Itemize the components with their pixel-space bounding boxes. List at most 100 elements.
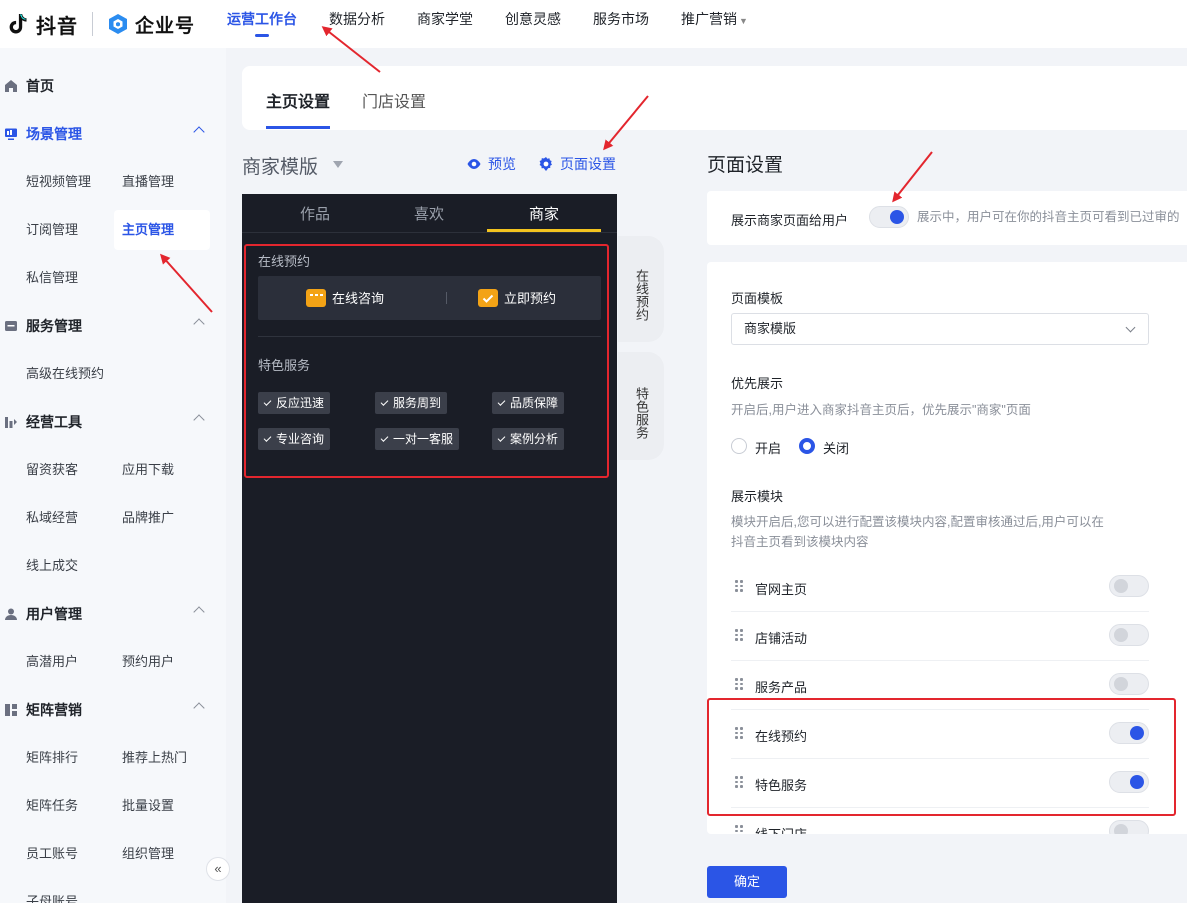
gear-icon <box>539 157 552 171</box>
priority-on-label[interactable]: 开启 <box>755 438 781 457</box>
priority-label: 优先展示 <box>731 376 784 391</box>
sidebar-group-tools[interactable]: 经营工具 <box>0 398 226 446</box>
sidebar-item-parent-child-accounts[interactable]: 子母账号 <box>26 882 78 903</box>
monitor-icon <box>5 128 17 140</box>
page-settings-button[interactable]: 页面设置 <box>538 154 616 174</box>
module-name: 官网主页 <box>755 582 808 597</box>
phone-tab-likes[interactable]: 喜欢 <box>414 203 444 224</box>
drag-handle-icon[interactable] <box>735 580 743 592</box>
page-settings-label: 页面设置 <box>560 156 616 172</box>
sidebar-item-messages[interactable]: 私信管理 <box>26 258 78 298</box>
sidebar-item-private-domain[interactable]: 私域经营 <box>26 498 78 538</box>
sidebar-home[interactable]: 首页 <box>0 62 226 110</box>
chart-icon <box>5 417 17 428</box>
sidebar-item-staff-accounts[interactable]: 员工账号 <box>26 834 78 874</box>
show-merchant-toggle[interactable] <box>869 206 909 228</box>
priority-off-radio[interactable] <box>799 438 815 454</box>
sidebar-item-homepage[interactable]: 主页管理 <box>114 210 210 250</box>
highlight-box-modules <box>707 698 1176 816</box>
template-select[interactable]: 商家模版 <box>731 313 1149 345</box>
nav-promotion-label: 推广营销 <box>681 11 738 27</box>
nav-operations[interactable]: 运营工作台 <box>227 0 297 48</box>
tab-homepage-settings[interactable]: 主页设置 <box>266 88 330 112</box>
enterprise-name: 企业号 <box>135 15 196 37</box>
sidebar-item-batch-settings[interactable]: 批量设置 <box>122 786 174 826</box>
sidebar-group-matrix[interactable]: 矩阵营销 <box>0 686 226 734</box>
template-select-value: 商家模版 <box>744 321 797 336</box>
sidebar-item-matrix-rank[interactable]: 矩阵排行 <box>26 738 78 778</box>
sidebar-item-online-deal[interactable]: 线上成交 <box>26 546 78 586</box>
show-merchant-label: 展示商家页面给用户 <box>731 213 849 228</box>
brand-divider <box>92 12 93 36</box>
douyin-logo-icon <box>9 14 27 34</box>
sidebar-item-lead-gen[interactable]: 留资获客 <box>26 450 78 490</box>
module-toggle[interactable] <box>1109 673 1149 695</box>
sidebar-item-app-download[interactable]: 应用下载 <box>122 450 174 490</box>
priority-off-label[interactable]: 关闭 <box>823 438 849 457</box>
sidebar-item-live[interactable]: 直播管理 <box>122 162 174 202</box>
chevron-up-icon[interactable] <box>193 606 205 618</box>
side-tab-online-booking[interactable]: 在线预约 <box>618 236 664 342</box>
caret-down-icon: ▼ <box>739 16 748 26</box>
toggle-knob <box>1114 579 1128 593</box>
drag-handle-icon[interactable] <box>735 825 743 834</box>
side-tab-featured-services[interactable]: 特色服务 <box>618 352 664 460</box>
sidebar-group-service[interactable]: 服务管理 <box>0 302 226 350</box>
nav-promotion[interactable]: 推广营销 ▼ <box>681 0 748 48</box>
priority-on-radio[interactable] <box>731 438 747 454</box>
home-icon <box>5 80 17 92</box>
settings-title: 页面设置 <box>707 155 784 176</box>
sidebar-item-advanced-booking[interactable]: 高级在线预约 <box>26 354 104 394</box>
drag-handle-icon[interactable] <box>735 678 743 690</box>
phone-tab-merchant[interactable]: 商家 <box>529 203 559 224</box>
module-toggle[interactable] <box>1109 820 1149 834</box>
sidebar-item-booking-users[interactable]: 预约用户 <box>122 642 174 682</box>
sidebar-group-users[interactable]: 用户管理 <box>0 590 226 638</box>
sidebar-item-matrix-task[interactable]: 矩阵任务 <box>26 786 78 826</box>
chevron-up-icon[interactable] <box>193 126 205 138</box>
active-tab-indicator <box>266 126 330 129</box>
sidebar-group-label: 用户管理 <box>26 606 82 622</box>
show-merchant-card: 展示商家页面给用户 展示中，用户可在你的抖音主页可看到已过审的 <box>707 191 1187 245</box>
sidebar-item-brand-promo[interactable]: 品牌推广 <box>122 498 174 538</box>
chevron-up-icon[interactable] <box>193 414 205 426</box>
sidebar-group-label: 经营工具 <box>26 414 82 430</box>
sidebar-item-subscription[interactable]: 订阅管理 <box>26 210 78 250</box>
briefcase-icon <box>5 321 17 331</box>
chevron-down-icon <box>1125 322 1136 333</box>
chevron-up-icon[interactable] <box>193 318 205 330</box>
modules-label: 展示模块 <box>731 489 784 504</box>
nav-service-market[interactable]: 服务市场 <box>593 0 649 48</box>
phone-tab-works[interactable]: 作品 <box>300 203 330 224</box>
drag-handle-icon[interactable] <box>735 629 743 641</box>
template-selector[interactable]: 商家模版 <box>242 152 318 179</box>
chevron-up-icon[interactable] <box>193 702 205 714</box>
tab-store-settings[interactable]: 门店设置 <box>362 88 426 112</box>
sidebar-item-hot-recommend[interactable]: 推荐上热门 <box>122 738 187 778</box>
divider <box>242 232 617 233</box>
sidebar-group-label: 矩阵营销 <box>26 702 82 718</box>
caret-down-icon[interactable] <box>333 161 343 168</box>
confirm-button[interactable]: 确定 <box>707 866 787 898</box>
collapse-sidebar-button[interactable]: « <box>206 857 230 881</box>
sidebar-home-label: 首页 <box>26 78 54 94</box>
nav-creative[interactable]: 创意灵感 <box>505 0 561 48</box>
module-toggle[interactable] <box>1109 575 1149 597</box>
sidebar-item-org-management[interactable]: 组织管理 <box>122 834 174 874</box>
nav-data-analysis[interactable]: 数据分析 <box>329 0 385 48</box>
nav-merchant-school[interactable]: 商家学堂 <box>417 0 473 48</box>
preview-button[interactable]: 预览 <box>466 154 516 174</box>
highlight-box-preview <box>244 244 609 478</box>
preview-label: 预览 <box>488 156 516 172</box>
sidebar-item-short-video[interactable]: 短视频管理 <box>26 162 91 202</box>
modules-hint: 抖音主页看到该模块内容 <box>731 535 869 549</box>
module-row: 官网主页 <box>731 563 1149 612</box>
sidebar-item-potential-users[interactable]: 高潜用户 <box>26 642 78 682</box>
brand[interactable]: 抖音 企业号 <box>0 0 227 48</box>
module-name: 服务产品 <box>755 680 808 695</box>
sidebar-group-scene[interactable]: 场景管理 <box>0 110 226 158</box>
module-toggle[interactable] <box>1109 624 1149 646</box>
toggle-knob <box>1114 628 1128 642</box>
sidebar: 首页 场景管理 短视频管理 直播管理 订阅管理 主页管理 私信管理 服务管理 高… <box>0 48 226 903</box>
toggle-knob <box>1114 677 1128 691</box>
